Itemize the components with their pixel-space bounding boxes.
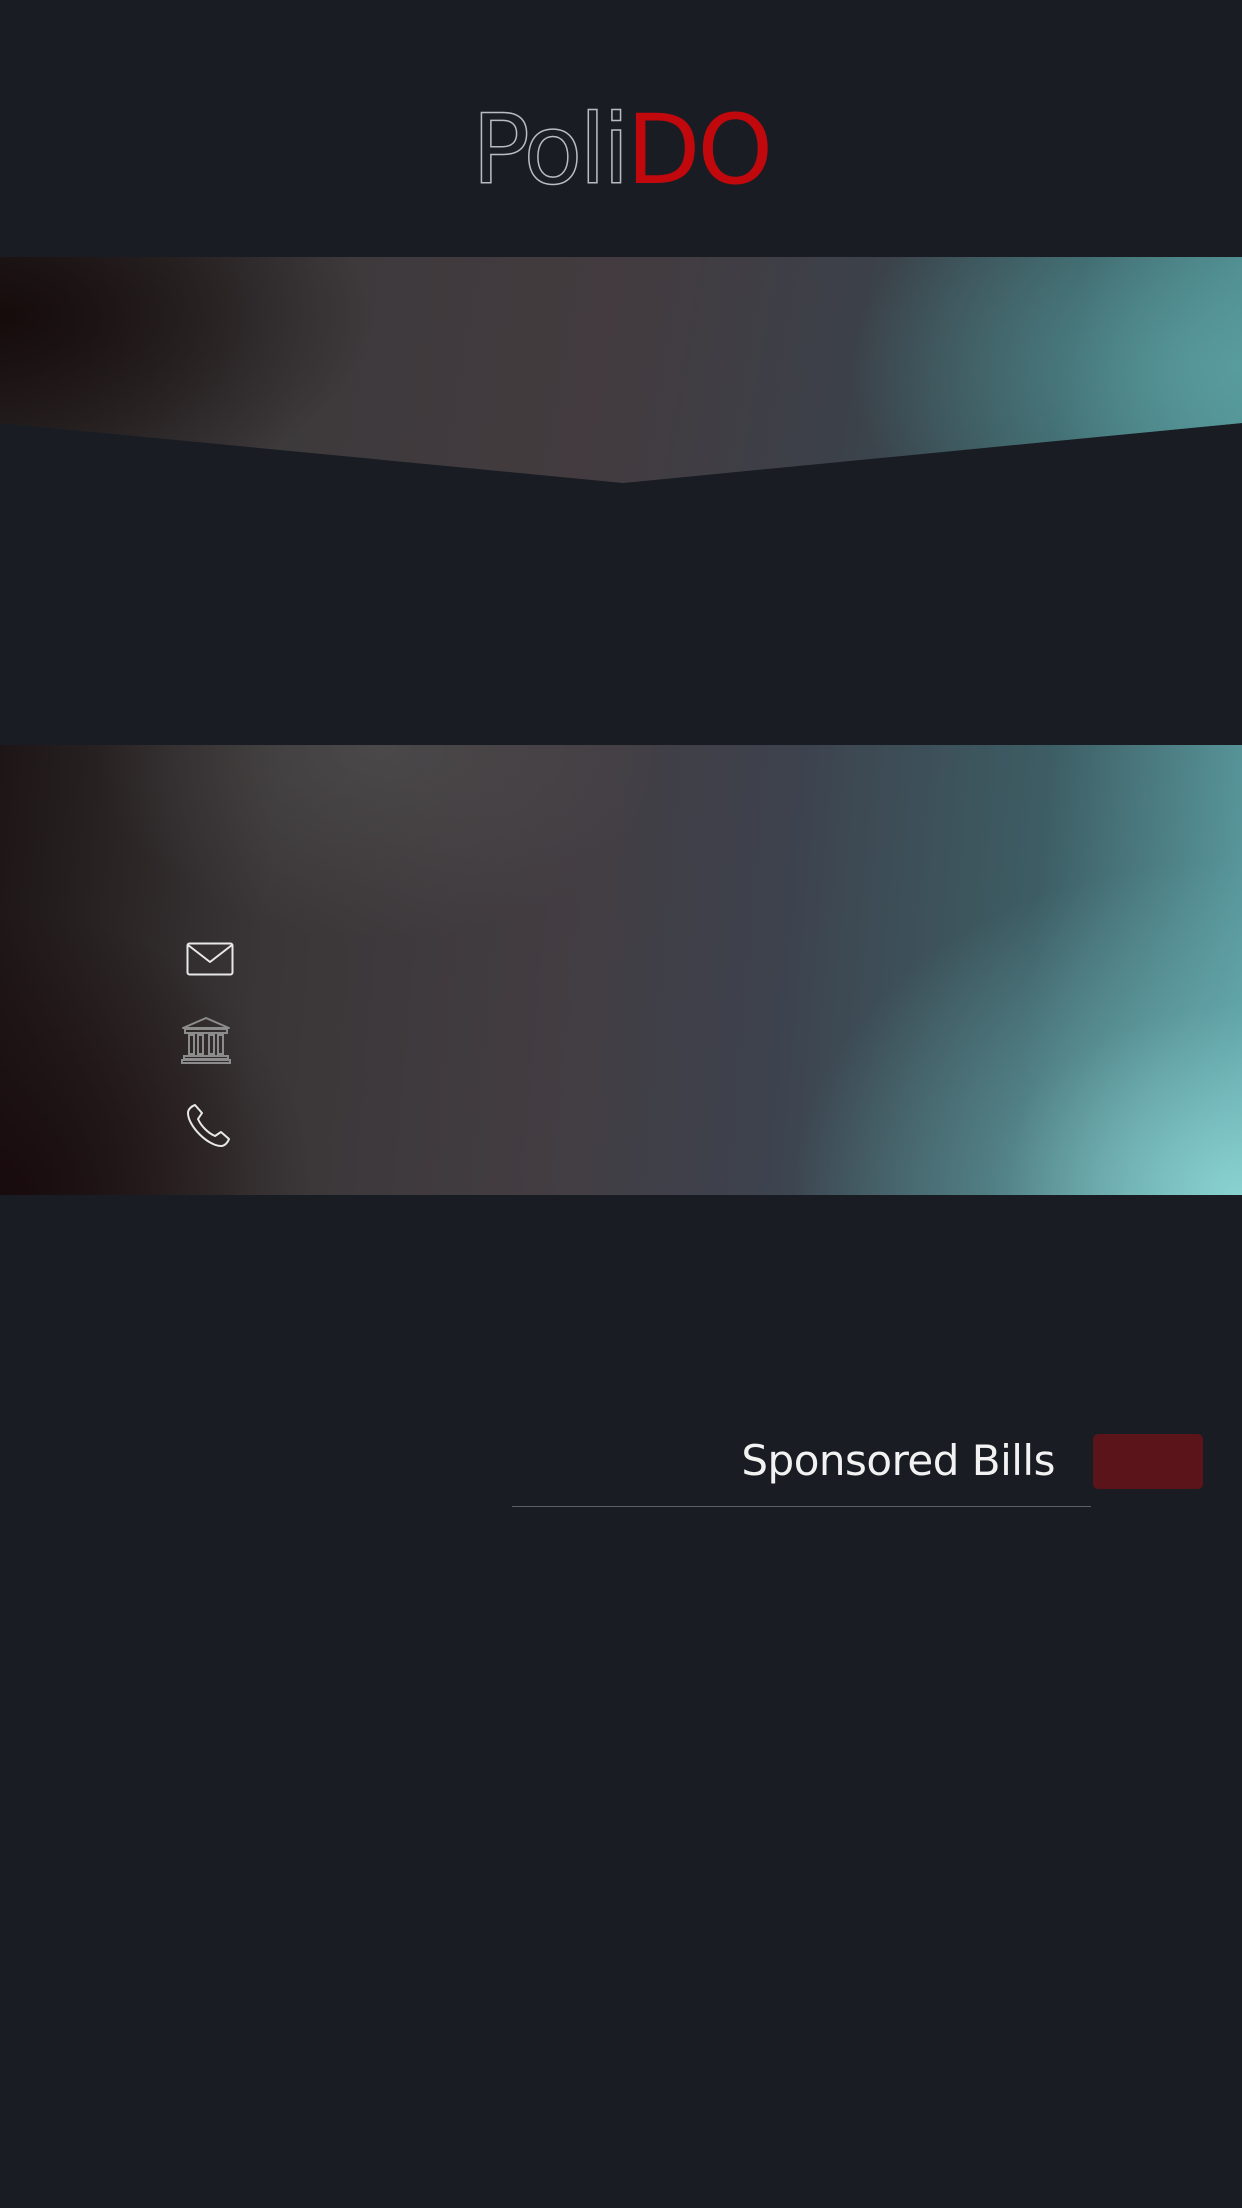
phone-icon[interactable] — [184, 1102, 232, 1150]
hero-banner — [0, 257, 1242, 483]
app-logo: PoliDO — [0, 94, 1242, 206]
app-header: PoliDO — [0, 0, 1242, 257]
section-divider — [512, 1506, 1091, 1507]
sponsored-bills-toggle-button[interactable] — [1093, 1434, 1203, 1489]
logo-text-accent: DO — [626, 94, 773, 206]
mail-icon[interactable] — [186, 942, 234, 976]
logo-text-light: Poli — [471, 94, 630, 206]
building-icon[interactable] — [180, 1016, 232, 1064]
sponsored-bills-heading: Sponsored Bills — [741, 1436, 1055, 1485]
